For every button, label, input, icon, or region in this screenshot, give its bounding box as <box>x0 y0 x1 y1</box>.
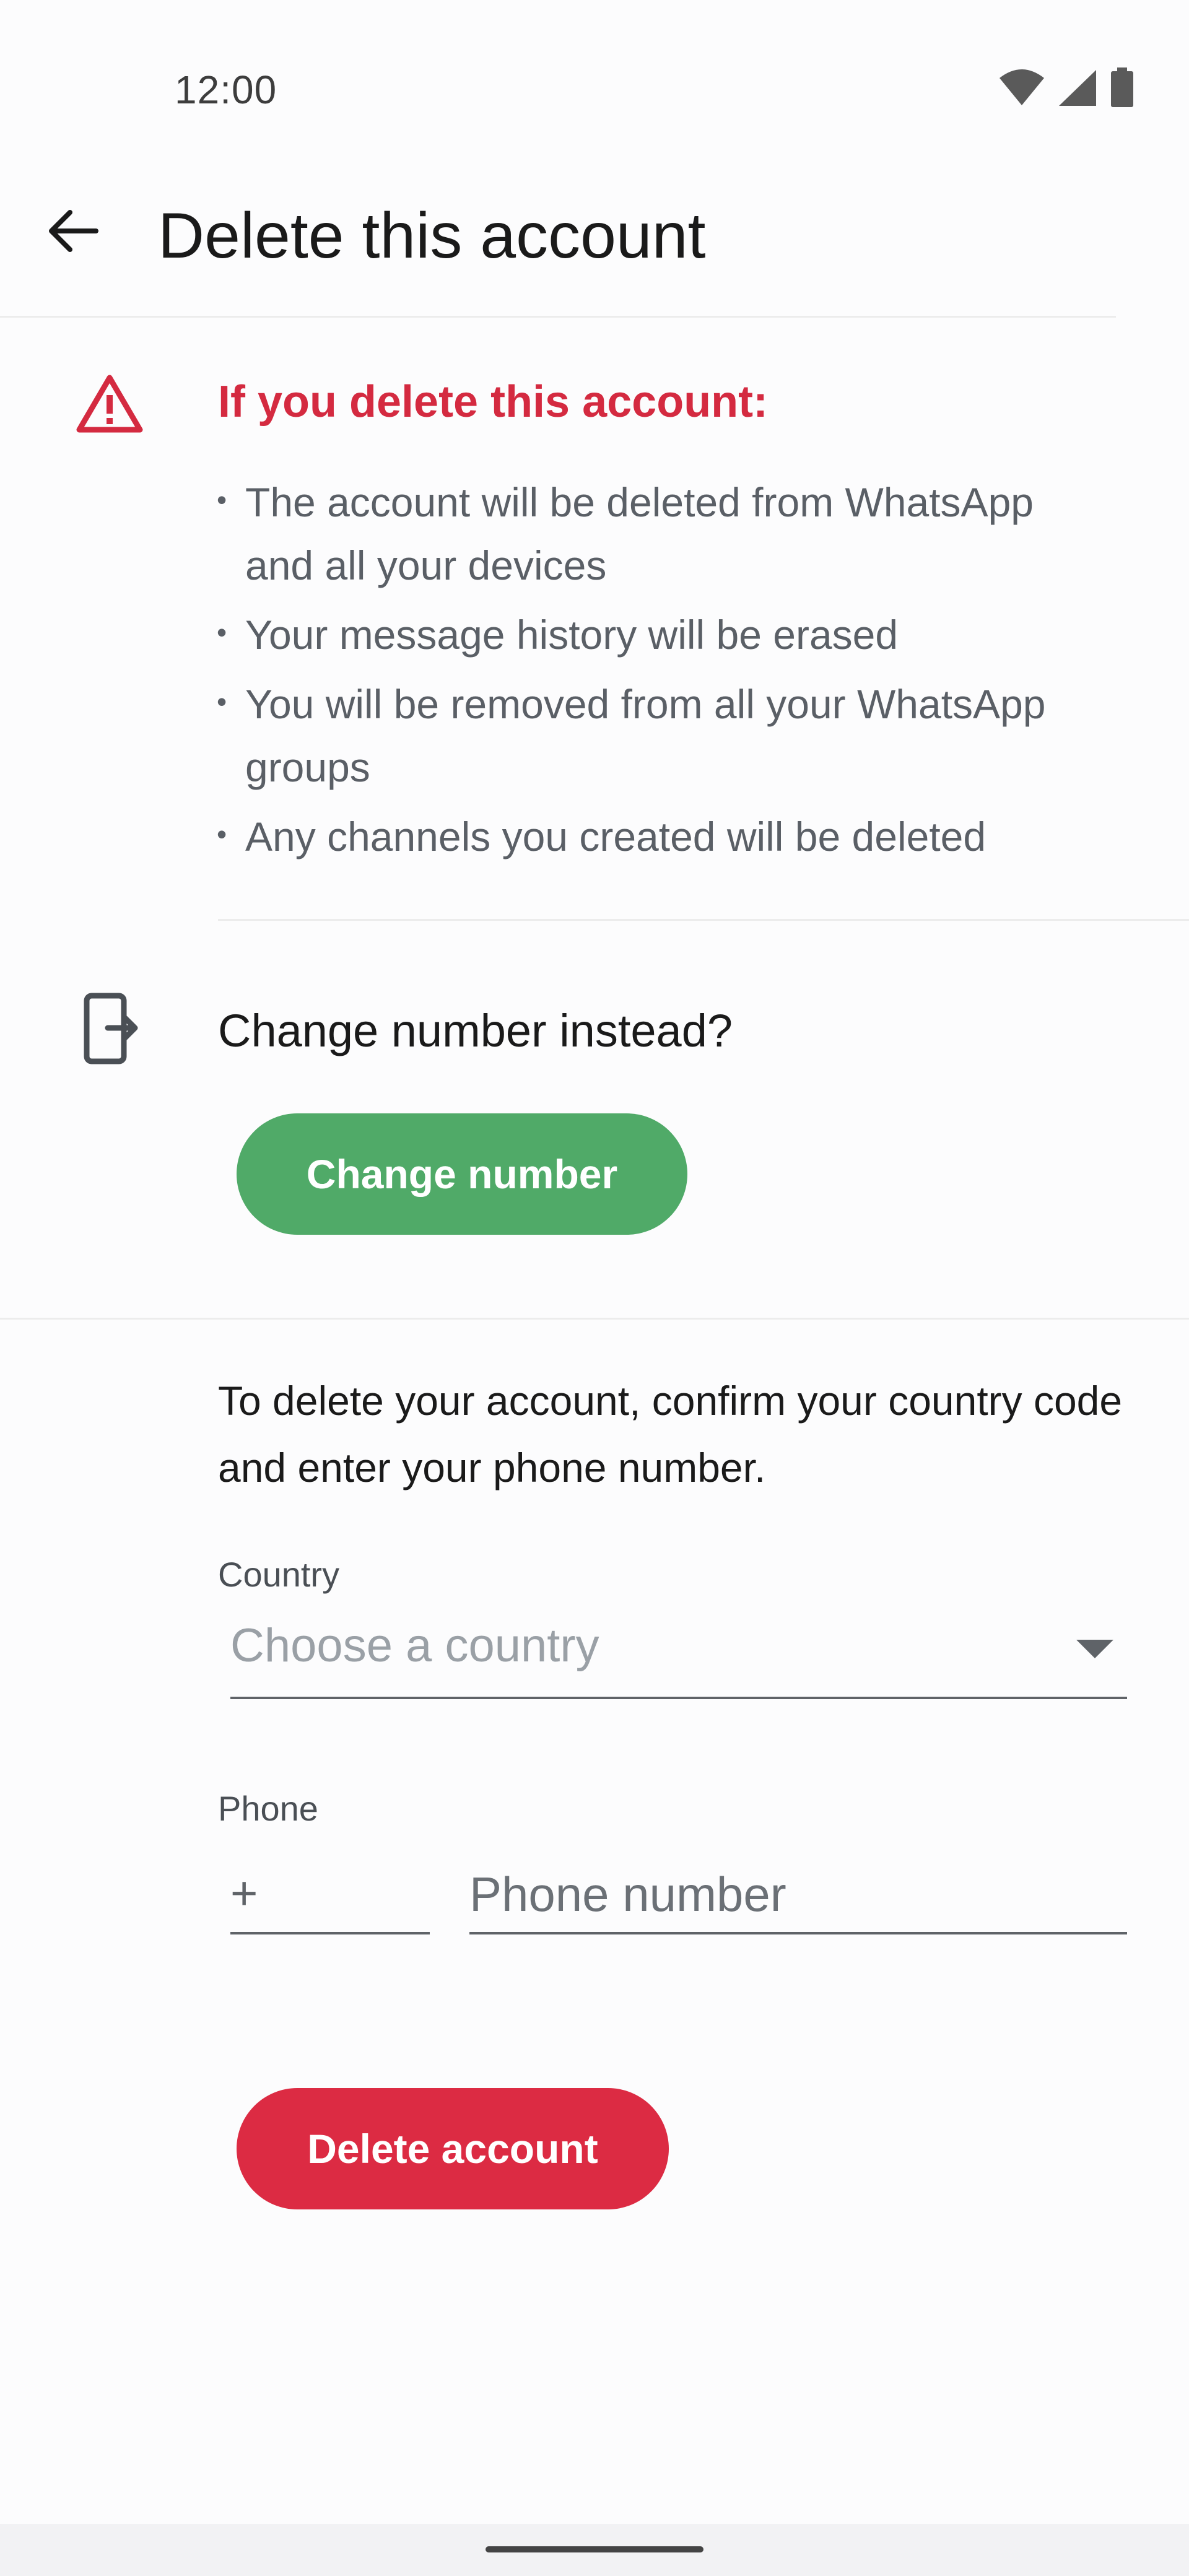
phone-label: Phone <box>218 1789 318 1828</box>
navigation-bar <box>0 2524 1189 2576</box>
wifi-icon <box>998 69 1045 110</box>
section-divider <box>0 1318 1189 1320</box>
delete-account-button[interactable]: Delete account <box>237 2088 669 2209</box>
list-item: Any channels you created will be deleted <box>217 803 1108 868</box>
status-time: 12:00 <box>175 67 277 112</box>
app-bar-divider <box>0 316 1116 318</box>
warning-heading: If you delete this account: <box>218 377 769 427</box>
arrow-back-icon <box>46 205 98 260</box>
change-number-prompt: Change number instead? <box>218 1005 733 1056</box>
phone-swap-icon <box>83 992 139 1065</box>
country-dropdown[interactable]: Choose a country <box>230 1604 1127 1699</box>
country-placeholder: Choose a country <box>230 1619 599 1672</box>
status-icons <box>998 67 1135 111</box>
warning-triangle-icon <box>76 373 144 435</box>
back-button[interactable] <box>32 192 113 272</box>
battery-icon <box>1110 67 1135 111</box>
consequences-list: The account will be deleted from WhatsAp… <box>217 468 1108 874</box>
gesture-handle[interactable] <box>486 2546 703 2552</box>
list-item: You will be removed from all your WhatsA… <box>217 670 1108 799</box>
phone-number-placeholder: Phone number <box>469 1867 786 1921</box>
page-title: Delete this account <box>158 200 706 272</box>
status-bar: 12:00 <box>0 0 1189 136</box>
section-divider <box>218 919 1189 921</box>
list-item: The account will be deleted from WhatsAp… <box>217 468 1108 597</box>
phone-number-input[interactable]: Phone number <box>469 1852 1127 1934</box>
country-code-prefix: + <box>230 1867 258 1920</box>
country-code-input[interactable]: + <box>230 1852 430 1934</box>
app-bar: Delete this account <box>0 161 1189 316</box>
cellular-signal-icon <box>1058 69 1097 110</box>
chevron-down-icon <box>1076 1640 1113 1658</box>
country-label: Country <box>218 1555 340 1594</box>
confirm-instructions: To delete your account, confirm your cou… <box>218 1378 1123 1490</box>
change-number-button[interactable]: Change number <box>237 1113 687 1235</box>
list-item: Your message history will be erased <box>217 601 1108 666</box>
